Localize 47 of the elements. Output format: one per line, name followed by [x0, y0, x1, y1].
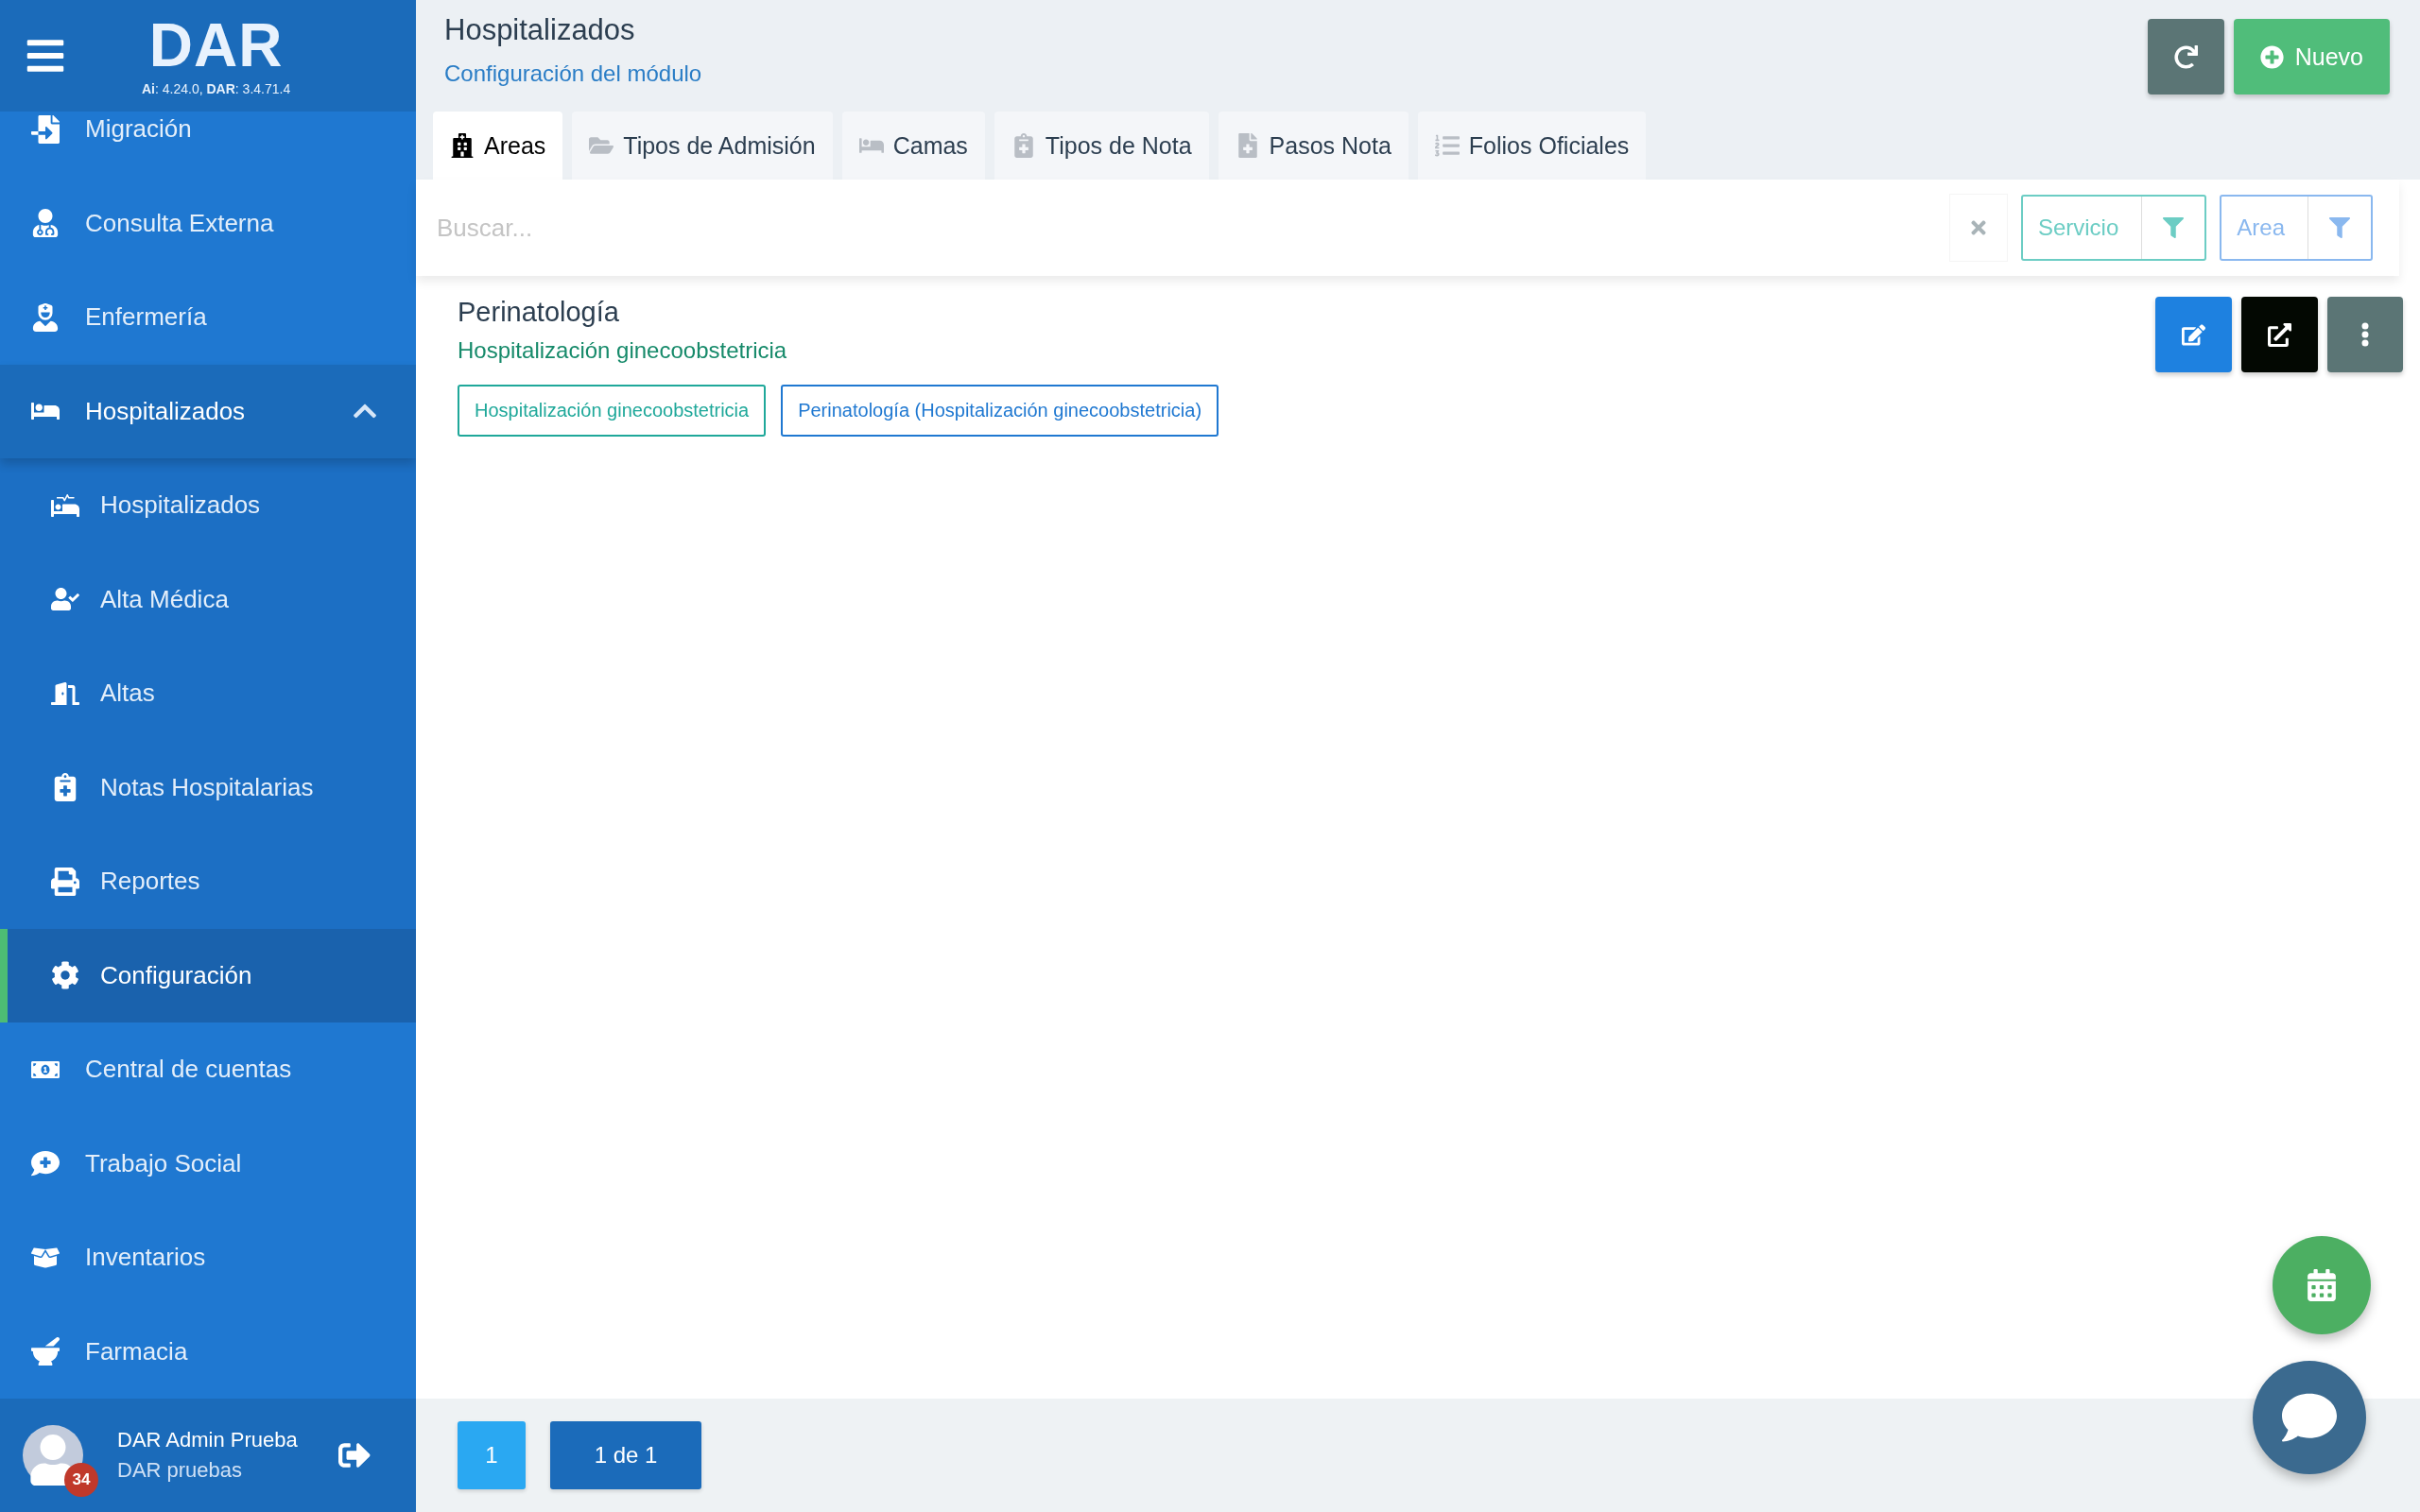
page-button[interactable]: 1 — [458, 1421, 526, 1489]
sidebar-item[interactable]: Trabajo Social — [0, 1116, 416, 1211]
user-name: DAR Admin Prueba — [117, 1428, 299, 1452]
sidebar-item[interactable]: Alta Médica — [0, 552, 416, 646]
refresh-button[interactable] — [2147, 19, 2224, 94]
page-subtitle: Configuración del módulo — [444, 60, 702, 87]
notification-badge: 34 — [64, 1463, 98, 1497]
mortar-pestle-icon — [28, 1337, 62, 1366]
logo: DAR — [148, 15, 284, 76]
sidebar-item[interactable]: Migración — [0, 112, 416, 177]
sidebar-item[interactable]: Altas — [0, 646, 416, 741]
chat-medical-icon — [28, 1149, 62, 1178]
refresh-icon — [2173, 44, 2198, 69]
sidebar-item[interactable]: Central de cuentas — [0, 1022, 416, 1117]
version-text: Ai: 4.24.0, DAR: 3.4.71.4 — [142, 81, 291, 96]
sidebar-item[interactable]: Hospitalizados — [0, 364, 416, 458]
file-import-icon — [28, 114, 62, 144]
sidebar-item[interactable]: Consulta Externa — [0, 176, 416, 270]
sidebar-item[interactable]: Farmacia — [0, 1304, 416, 1399]
tab[interactable]: Camas — [841, 112, 985, 180]
record-subtitle: Hospitalización ginecoobstetricia — [458, 337, 788, 364]
edit-button[interactable] — [2155, 297, 2232, 372]
tab[interactable]: Tipos de Admisión — [572, 112, 833, 180]
tab[interactable]: Folios Oficiales — [1417, 112, 1647, 180]
user-organization: DAR pruebas — [117, 1458, 244, 1483]
sidebar-item[interactable]: Enfermería — [0, 270, 416, 365]
tab[interactable]: Areas — [433, 112, 563, 180]
page-summary-button[interactable]: 1 de 1 — [550, 1421, 701, 1489]
more-vertical-icon — [2361, 322, 2369, 347]
record-title: Perinatología — [458, 297, 620, 328]
sidebar-item[interactable]: Configuración — [0, 928, 416, 1022]
sidebar-item[interactable]: Notas Hospitalarias — [0, 740, 416, 834]
tab[interactable]: Tipos de Nota — [994, 112, 1209, 180]
tag: Perinatología (Hospitalización ginecoobstetricia) — [781, 385, 1219, 437]
edit-icon — [2182, 322, 2205, 347]
tag: Hospitalización ginecoobstetricia — [458, 385, 767, 437]
external-link-button[interactable] — [2241, 297, 2318, 372]
tab[interactable]: Pasos Nota — [1218, 112, 1409, 180]
sidebar-item[interactable]: Inventarios — [0, 1211, 416, 1305]
external-link-icon — [2268, 322, 2291, 347]
numbered-list-icon — [1434, 133, 1460, 158]
building-icon — [450, 133, 475, 158]
sidebar-item[interactable]: Reportes — [0, 834, 416, 929]
page-title: Hospitalizados — [444, 13, 636, 47]
sidebar-item[interactable]: Hospitalizados — [0, 458, 416, 553]
calendar-icon — [2306, 1269, 2338, 1301]
new-button[interactable]: Nuevo — [2233, 19, 2390, 94]
